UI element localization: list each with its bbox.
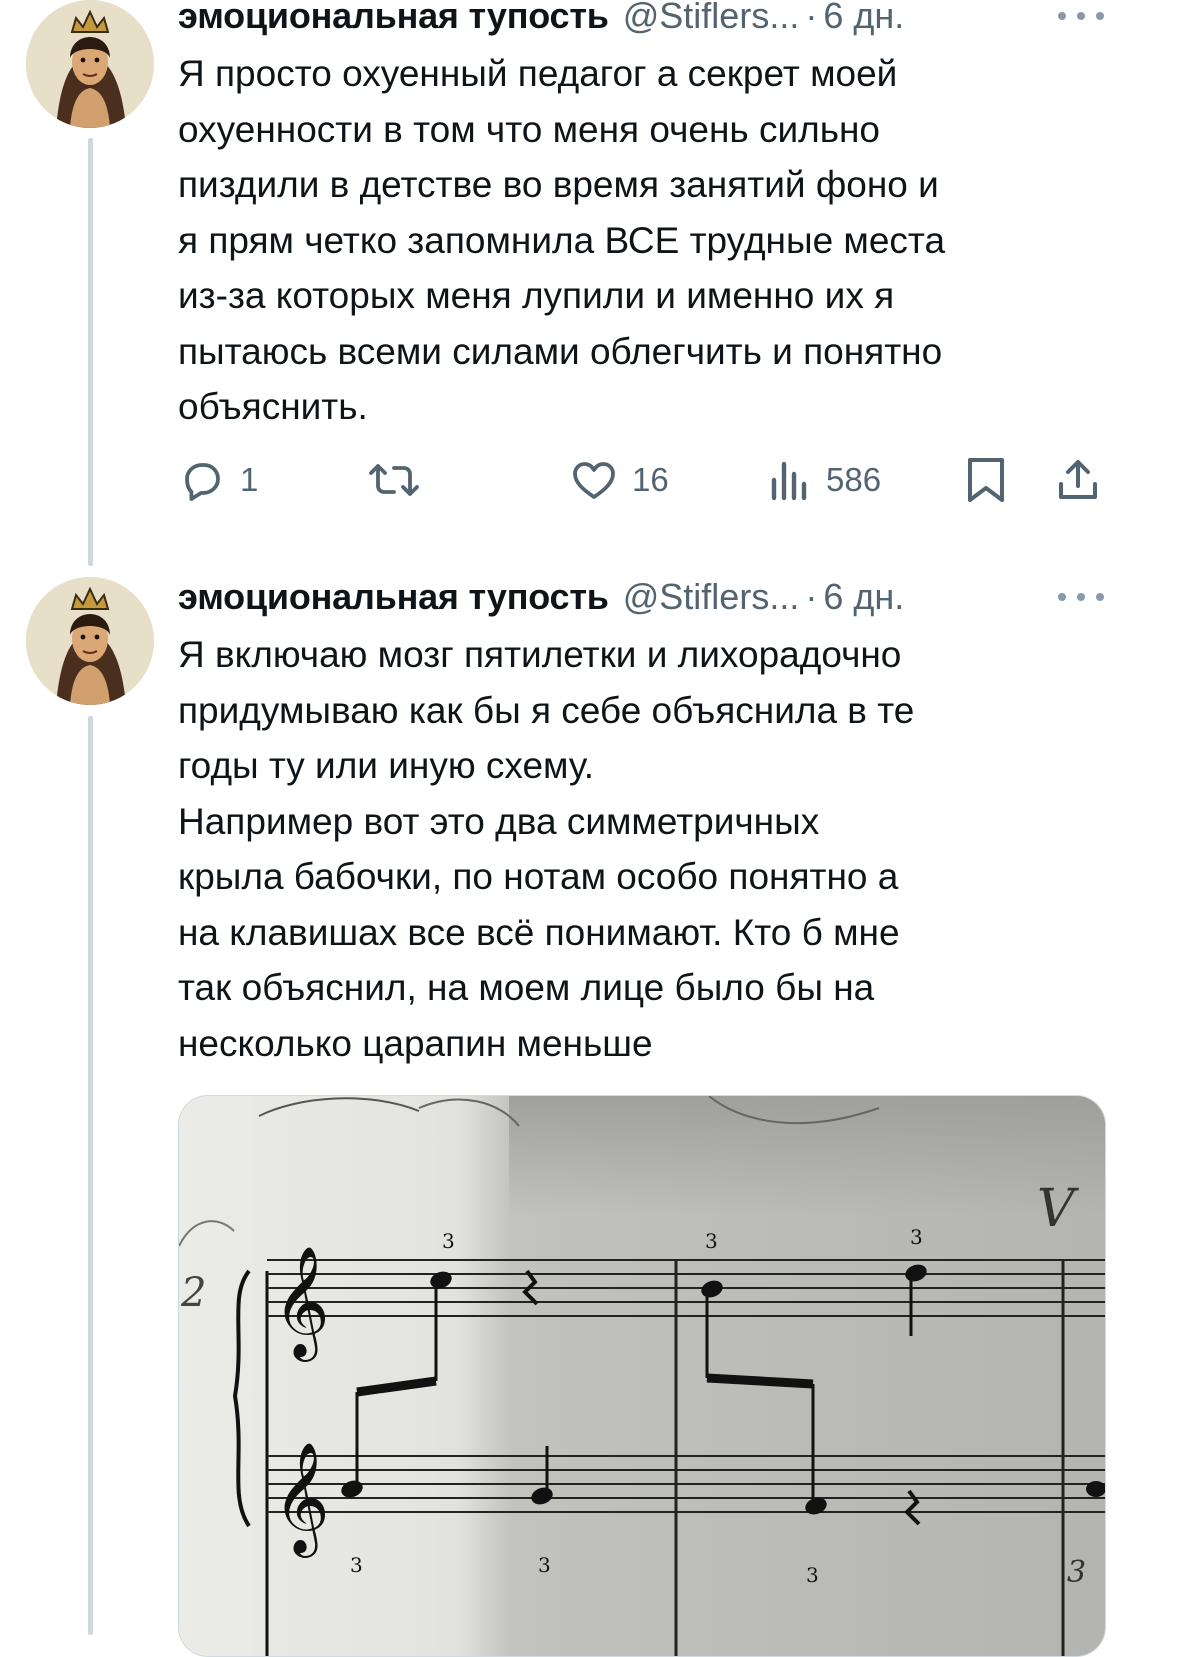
retweet-button[interactable]	[368, 452, 434, 508]
fingering-7: 3	[1067, 1555, 1086, 1590]
tweet-time[interactable]: 6 дн.	[823, 0, 904, 37]
tweet-photo[interactable]: V 2 𝄞 𝄞 3 3 3 3 3 3 3	[178, 1095, 1106, 1657]
separator-dot: ·	[805, 576, 818, 617]
reply-count: 1	[240, 461, 259, 498]
thread-line-2	[88, 716, 93, 1635]
more-icon[interactable]	[1058, 587, 1104, 607]
author-name[interactable]: эмоциональная тупость	[178, 576, 609, 618]
bookmark-button[interactable]	[964, 452, 1008, 508]
tweet-text: Я включаю мозг пятилетки и лихорадочно п…	[178, 634, 915, 1064]
separator-dot: ·	[805, 0, 818, 36]
bookmark-icon	[968, 458, 1004, 502]
sheet-music-photo: V 2 𝄞 𝄞 3 3 3 3 3 3 3	[179, 1096, 1105, 1656]
author-handle[interactable]: @Stiflers...	[623, 576, 800, 618]
tweet-actions: 1 16 586	[178, 452, 1108, 508]
author-name[interactable]: эмоциональная тупость	[178, 0, 609, 37]
svg-text:𝄞: 𝄞	[273, 1245, 330, 1362]
avatar[interactable]	[26, 577, 154, 705]
more-icon[interactable]	[1058, 6, 1104, 26]
views-icon	[771, 461, 807, 501]
fingering-3: 3	[910, 1225, 923, 1249]
measure-number: 2	[180, 1270, 206, 1316]
like-button[interactable]: 16	[570, 452, 669, 508]
reply-icon	[185, 463, 220, 501]
like-icon	[573, 462, 615, 499]
avatar-image	[26, 0, 154, 128]
share-icon	[1059, 460, 1097, 499]
retweet-icon	[369, 464, 419, 496]
tweet-text: Я просто охуенный педагог а секрет моей …	[178, 53, 946, 427]
fingering-4: 3	[350, 1553, 363, 1577]
avatar-image	[26, 577, 154, 705]
svg-text:𝄞: 𝄞	[273, 1441, 330, 1558]
tweet-header: эмоциональная тупость @Stiflers... · 6 д…	[178, 575, 904, 619]
fingering-5: 3	[538, 1553, 551, 1577]
views-button[interactable]: 586	[768, 452, 881, 508]
avatar[interactable]	[26, 0, 154, 128]
fingering-2: 3	[705, 1229, 718, 1253]
tweet-time[interactable]: 6 дн.	[823, 576, 904, 618]
fingering-1: 3	[442, 1229, 455, 1253]
tweet-header: эмоциональная тупость @Stiflers... · 6 д…	[178, 0, 904, 38]
views-count: 586	[826, 461, 882, 498]
author-handle[interactable]: @Stiflers...	[623, 0, 800, 37]
like-count: 16	[632, 461, 669, 498]
handwriting-mark: V	[1037, 1179, 1079, 1239]
reply-button[interactable]: 1	[178, 452, 258, 508]
fingering-6: 3	[806, 1563, 819, 1587]
share-button[interactable]	[1054, 452, 1102, 508]
thread-line-1	[88, 138, 93, 566]
